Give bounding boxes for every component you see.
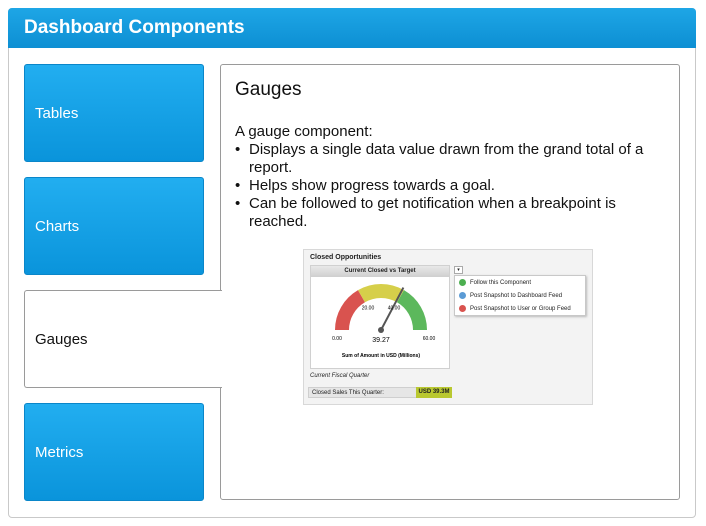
gauge-tick-label: 0.00 xyxy=(332,336,342,342)
tab-label: Charts xyxy=(35,218,80,235)
gauge-axis-label: Sum of Amount in USD (Millions) xyxy=(342,353,420,359)
gauge-example-screenshot: Closed Opportunities Current Closed vs T… xyxy=(303,249,593,405)
tab-tables[interactable]: Tables xyxy=(24,64,204,162)
gauge-hub xyxy=(378,327,384,333)
follow-icon xyxy=(459,278,466,286)
menu-item-group-feed[interactable]: Post Snapshot to User or Group Feed xyxy=(459,303,571,315)
bullet-list: Displays a single data value drawn from … xyxy=(235,141,667,231)
gauge-tick-label: 40.00 xyxy=(388,305,401,311)
content-title: Gauges xyxy=(235,79,302,100)
component-menu: Follow this Component Post Snapshot to D… xyxy=(454,275,586,316)
tab-label: Gauges xyxy=(35,331,88,348)
bullet-item: Displays a single data value drawn from … xyxy=(235,141,667,177)
page-title: Dashboard Components xyxy=(24,17,245,38)
bullet-item: Can be followed to get notification when… xyxy=(235,195,667,231)
closed-sales-value: USD 39.3M xyxy=(416,387,452,398)
gauge-tick-label: 20.00 xyxy=(362,305,375,311)
gauge-band-high xyxy=(397,290,427,330)
content-panel: Gauges A gauge component: Displays a sin… xyxy=(220,64,680,500)
menu-item-dashboard-feed[interactable]: Post Snapshot to Dashboard Feed xyxy=(459,290,562,302)
tab-label: Tables xyxy=(35,105,79,122)
gauge-tick-label: 60.00 xyxy=(423,336,436,342)
gauge-value-label: 39.27 xyxy=(372,337,390,344)
group-feed-icon xyxy=(459,304,466,312)
gauge-component: Current Closed vs Target 0.00 20.00 40.0… xyxy=(310,265,450,369)
menu-item-follow[interactable]: Follow this Component xyxy=(459,277,531,289)
dashboard-feed-icon xyxy=(459,291,466,299)
gauge-band-low xyxy=(335,290,365,330)
tab-gauges[interactable]: Gauges xyxy=(24,290,222,388)
gauge-title: Current Closed vs Target xyxy=(311,266,449,277)
dropdown-button[interactable]: ▾ xyxy=(454,266,463,274)
tab-charts[interactable]: Charts xyxy=(24,177,204,275)
header-bar: Dashboard Components xyxy=(8,8,696,48)
bullet-item: Helps show progress towards a goal. xyxy=(235,177,667,195)
fiscal-label: Current Fiscal Quarter xyxy=(310,373,370,379)
tab-metrics[interactable]: Metrics xyxy=(24,403,204,501)
gauge-chart: 0.00 20.00 40.00 60.00 39.27 Sum of Amou… xyxy=(332,284,436,359)
intro-text: A gauge component: xyxy=(235,123,373,140)
panel-title: Closed Opportunities xyxy=(310,254,382,261)
tab-label: Metrics xyxy=(35,444,84,461)
